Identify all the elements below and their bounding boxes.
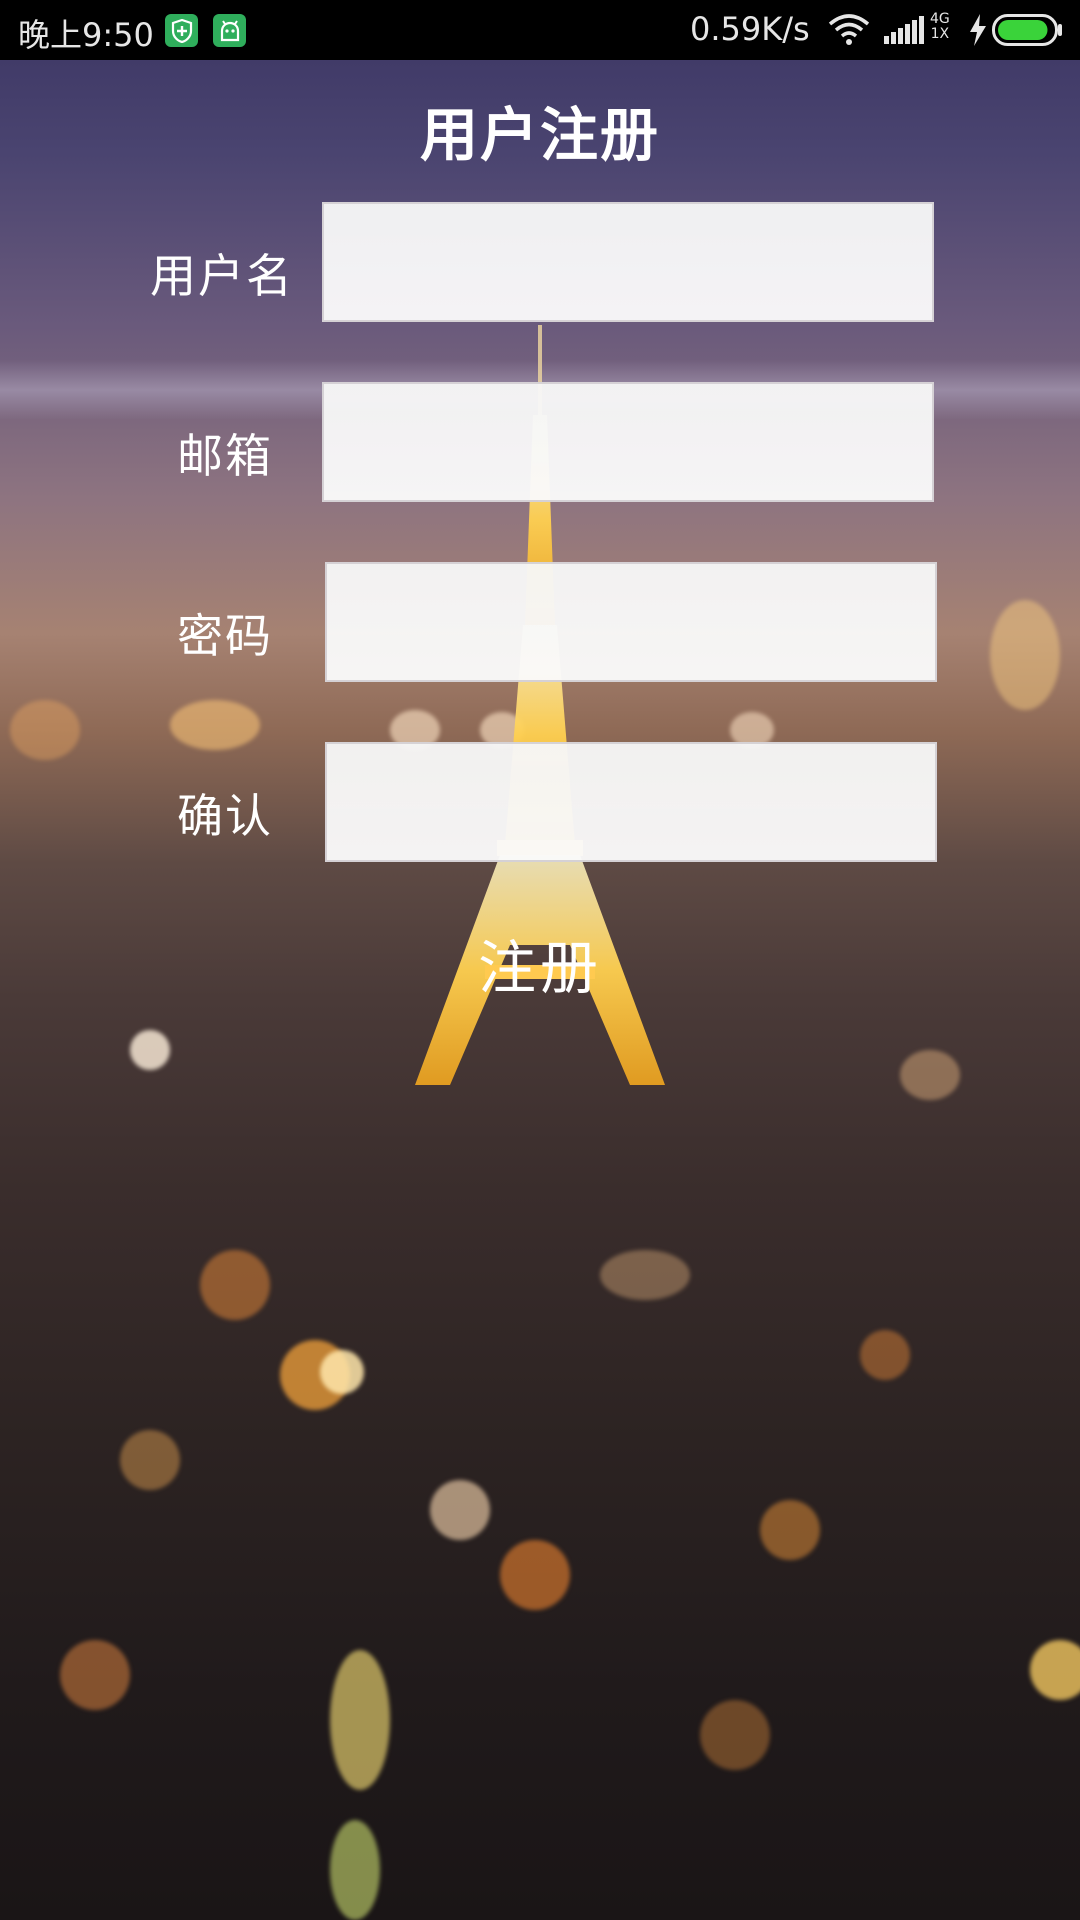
confirm-password-label: 确认	[177, 789, 273, 843]
bokeh-light	[600, 1250, 690, 1300]
bokeh-light	[330, 1820, 380, 1920]
bokeh-light	[10, 700, 80, 760]
password-field[interactable]	[325, 562, 937, 682]
password-label: 密码	[177, 609, 273, 663]
bokeh-light	[990, 600, 1060, 710]
bokeh-light	[130, 1030, 170, 1070]
signal-icon	[884, 16, 924, 44]
username-field[interactable]	[322, 202, 934, 322]
bokeh-light	[320, 1350, 364, 1394]
bokeh-light	[700, 1700, 770, 1770]
bokeh-light	[500, 1540, 570, 1610]
bokeh-light	[900, 1050, 960, 1100]
username-label: 用户名	[150, 249, 294, 303]
page-title: 用户注册	[419, 101, 660, 169]
confirm-password-field[interactable]	[325, 742, 937, 862]
status-bar: 晚上9:50 0.59K/s 4G 1X	[0, 0, 1080, 60]
bokeh-light	[60, 1640, 130, 1710]
wifi-icon	[828, 14, 870, 45]
network-type-bottom: 1X	[930, 26, 950, 42]
shield-app-icon	[165, 14, 198, 47]
bokeh-light	[120, 1430, 180, 1490]
status-time: 晚上9:50	[18, 16, 154, 54]
register-button[interactable]: 注册	[440, 918, 640, 1008]
bokeh-light	[170, 700, 260, 750]
bokeh-light	[200, 1250, 270, 1320]
bokeh-light	[330, 1650, 390, 1790]
bokeh-light	[760, 1500, 820, 1560]
bokeh-light	[860, 1330, 910, 1380]
bokeh-light	[430, 1480, 490, 1540]
network-type-top: 4G	[930, 11, 950, 27]
email-label: 邮箱	[177, 429, 273, 483]
battery-icon	[992, 14, 1062, 46]
charging-icon	[970, 14, 986, 46]
email-field[interactable]	[322, 382, 934, 502]
network-type: 4G 1X	[930, 12, 950, 42]
android-app-icon	[213, 14, 246, 47]
bokeh-light	[1030, 1640, 1080, 1700]
network-speed: 0.59K/s	[690, 10, 810, 48]
